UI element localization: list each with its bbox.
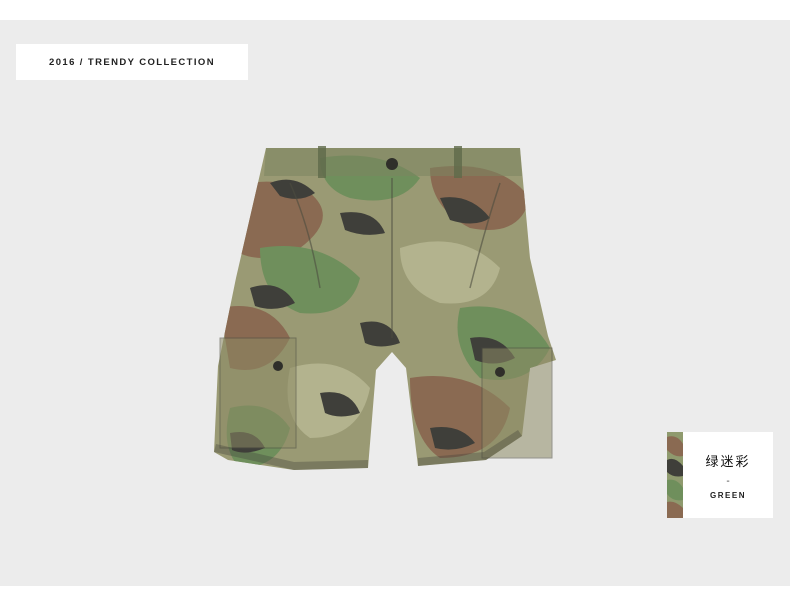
collection-title-box: 2016 / TRENDY COLLECTION bbox=[16, 44, 248, 80]
color-swatch-card[interactable]: 绿迷彩 - GREEN bbox=[667, 432, 773, 518]
product-stage: 2016 / TRENDY COLLECTION 绿迷彩 - GREEN bbox=[0, 20, 790, 586]
color-name-cn: 绿迷彩 bbox=[705, 453, 751, 469]
color-info: 绿迷彩 - GREEN bbox=[683, 432, 773, 518]
color-name-en: GREEN bbox=[710, 490, 746, 500]
collection-title: 2016 / TRENDY COLLECTION bbox=[49, 56, 215, 68]
camo-fabric-swatch bbox=[667, 432, 683, 518]
color-separator: - bbox=[726, 475, 730, 487]
camo-shorts-image bbox=[214, 146, 556, 470]
